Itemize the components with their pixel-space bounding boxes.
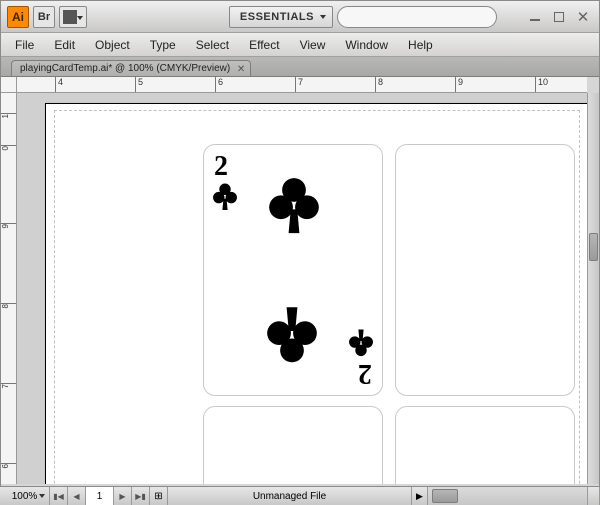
menu-object[interactable]: Object xyxy=(85,33,140,56)
menu-view[interactable]: View xyxy=(290,33,336,56)
artboard: 2 2 xyxy=(45,103,587,484)
ruler-h-mark: 5 xyxy=(135,77,143,93)
status-flyout-button[interactable]: ▶ xyxy=(412,487,428,505)
canvas[interactable]: 2 2 xyxy=(17,93,587,484)
club-icon xyxy=(212,183,238,212)
vertical-scrollbar[interactable] xyxy=(587,93,599,484)
menu-edit[interactable]: Edit xyxy=(44,33,85,56)
chevron-down-icon xyxy=(39,494,45,498)
minimize-button[interactable] xyxy=(525,8,545,26)
menu-window[interactable]: Window xyxy=(335,33,398,56)
card-blank xyxy=(203,406,383,484)
card-rank-top: 2 xyxy=(214,151,228,183)
artboard-nav-icon[interactable]: ⊞ xyxy=(150,487,168,505)
card-rank-bottom: 2 xyxy=(358,357,372,389)
menu-help[interactable]: Help xyxy=(398,33,443,56)
page-number[interactable]: 1 xyxy=(86,487,114,505)
ruler-v-mark: 8 xyxy=(1,303,17,310)
next-page-button[interactable]: ▶ xyxy=(114,487,132,505)
statusbar: 100% ▮◀ ◀ 1 ▶ ▶▮ ⊞ Unmanaged File ▶ xyxy=(0,486,600,505)
ruler-h-mark: 10 xyxy=(535,77,548,93)
layout-dropdown[interactable] xyxy=(59,6,87,28)
menu-effect[interactable]: Effect xyxy=(239,33,289,56)
ruler-v-mark: 1 xyxy=(1,113,17,120)
card-2-clubs: 2 2 xyxy=(203,144,383,396)
titlebar: Ai Br ESSENTIALS ✕ xyxy=(1,1,599,33)
close-icon[interactable]: ✕ xyxy=(237,64,245,75)
card-blank xyxy=(395,406,575,484)
prev-page-button[interactable]: ◀ xyxy=(68,487,86,505)
ruler-h-mark: 9 xyxy=(455,77,463,93)
ruler-h-mark: 8 xyxy=(375,77,383,93)
horizontal-ruler[interactable]: 4 5 6 7 8 9 10 xyxy=(17,77,587,93)
document-tab[interactable]: playingCardTemp.ai* @ 100% (CMYK/Preview… xyxy=(11,60,251,76)
club-icon xyxy=(265,304,319,363)
first-page-button[interactable]: ▮◀ xyxy=(50,487,68,505)
document-tab-label: playingCardTemp.ai* @ 100% (CMYK/Preview… xyxy=(20,63,230,74)
ruler-v-mark: 0 xyxy=(1,145,17,152)
search-box[interactable] xyxy=(337,6,497,28)
vertical-ruler[interactable]: 1 0 9 8 7 6 xyxy=(1,93,17,484)
chevron-down-icon xyxy=(320,15,326,19)
menu-file[interactable]: File xyxy=(5,33,44,56)
ruler-v-mark: 6 xyxy=(1,463,17,470)
ruler-h-mark: 7 xyxy=(295,77,303,93)
search-input[interactable] xyxy=(350,11,492,23)
card-blank xyxy=(395,144,575,396)
ruler-h-mark: 4 xyxy=(55,77,63,93)
resize-grip[interactable] xyxy=(588,487,600,505)
zoom-value: 100% xyxy=(12,491,38,502)
menu-type[interactable]: Type xyxy=(140,33,186,56)
ruler-v-mark: 7 xyxy=(1,383,17,390)
document-area: 4 5 6 7 8 9 10 1 0 9 8 7 6 2 2 xyxy=(1,77,599,484)
bridge-icon[interactable]: Br xyxy=(33,6,55,28)
ruler-h-mark: 6 xyxy=(215,77,223,93)
app-icon: Ai xyxy=(7,6,29,28)
scroll-thumb[interactable] xyxy=(589,233,598,261)
status-message: Unmanaged File xyxy=(168,487,412,505)
club-icon xyxy=(267,177,321,236)
zoom-dropdown[interactable]: 100% xyxy=(0,487,50,505)
ruler-v-mark: 9 xyxy=(1,223,17,230)
maximize-button[interactable] xyxy=(549,8,569,26)
workspace-switcher[interactable]: ESSENTIALS xyxy=(229,6,333,28)
last-page-button[interactable]: ▶▮ xyxy=(132,487,150,505)
menu-select[interactable]: Select xyxy=(186,33,239,56)
document-tab-strip: playingCardTemp.ai* @ 100% (CMYK/Preview… xyxy=(1,57,599,77)
menubar: File Edit Object Type Select Effect View… xyxy=(1,33,599,57)
ruler-corner xyxy=(1,77,17,93)
workspace-label: ESSENTIALS xyxy=(240,11,314,23)
club-icon xyxy=(348,328,374,357)
horizontal-scrollbar[interactable] xyxy=(428,487,588,505)
close-button[interactable]: ✕ xyxy=(573,8,593,26)
scroll-thumb[interactable] xyxy=(432,489,458,503)
